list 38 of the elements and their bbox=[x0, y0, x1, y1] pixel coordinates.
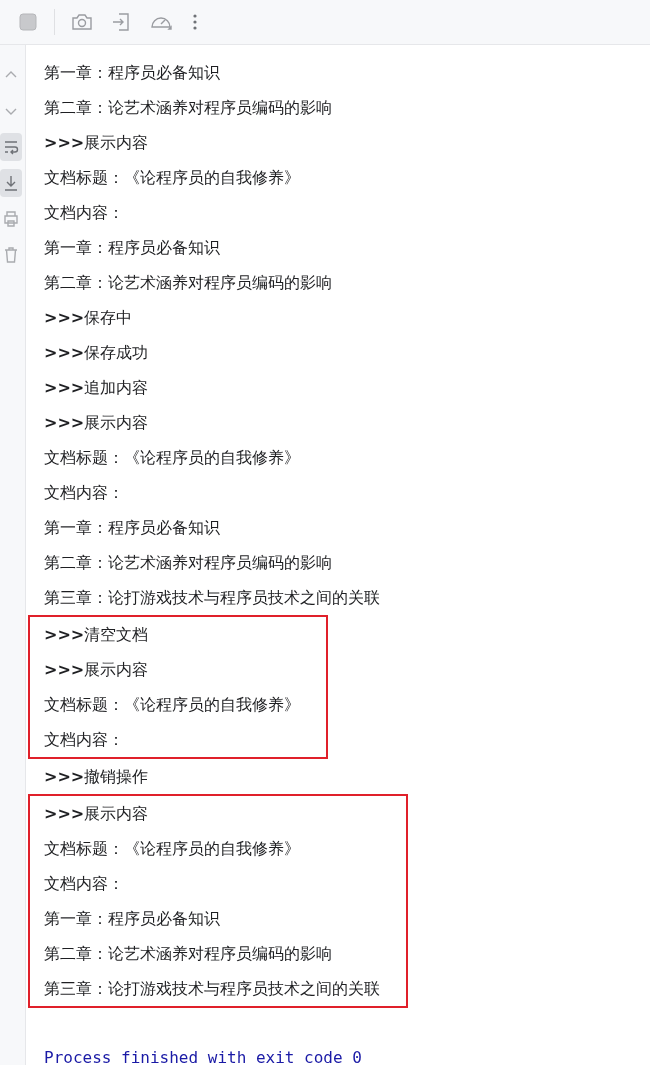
console-line: 第二章：论艺术涵养对程序员编码的影响 bbox=[44, 943, 333, 965]
console-line: 文档标题：《论程序员的自我修养》 bbox=[44, 838, 301, 860]
console-line: >>>保存中 bbox=[44, 307, 133, 329]
console-line: >>>展示内容 bbox=[44, 659, 150, 681]
console-line: >>>撤销操作 bbox=[44, 766, 149, 788]
console-line: 文档标题：《论程序员的自我修养》 bbox=[44, 694, 300, 716]
console-line: 第一章：程序员必备知识 bbox=[44, 237, 220, 259]
console-line: 第一章：程序员必备知识 bbox=[44, 62, 220, 84]
console-line: >>>展示内容 bbox=[44, 803, 150, 825]
console-line: 第二章：论艺术涵养对程序员编码的影响 bbox=[44, 272, 332, 294]
console-line: >>>追加内容 bbox=[44, 377, 149, 399]
console-line: 文档内容： bbox=[44, 202, 124, 224]
stop-icon bbox=[18, 12, 38, 32]
scroll-to-end-button[interactable] bbox=[0, 169, 22, 197]
enter-icon bbox=[111, 12, 131, 32]
console-line: >>>展示内容 bbox=[44, 412, 149, 434]
console-line: 第二章：论艺术涵养对程序员编码的影响 bbox=[44, 97, 332, 119]
console-line: 第二章：论艺术涵养对程序员编码的影响 bbox=[44, 552, 332, 574]
soft-wrap-icon bbox=[3, 138, 19, 156]
console-line: 文档内容： bbox=[44, 729, 125, 751]
printer-icon bbox=[3, 210, 19, 228]
trash-icon bbox=[3, 246, 19, 264]
soft-wrap-button[interactable] bbox=[0, 133, 22, 161]
exit-message: Process finished with exit code 0 bbox=[44, 1047, 362, 1065]
console-line: 文档标题：《论程序员的自我修养》 bbox=[44, 447, 300, 469]
console-line: 第一章：程序员必备知识 bbox=[44, 908, 221, 930]
console-line: 文档内容： bbox=[44, 482, 124, 504]
console-line: >>>清空文档 bbox=[44, 624, 150, 646]
camera-icon bbox=[71, 12, 93, 32]
console-line: 文档内容： bbox=[44, 873, 125, 895]
console-line: 文档标题：《论程序员的自我修养》 bbox=[44, 167, 300, 189]
more-icon bbox=[191, 12, 199, 32]
console-line: 第三章：论打游戏技术与程序员技术之间的关联 bbox=[44, 978, 380, 1000]
console-line: 第三章：论打游戏技术与程序员技术之间的关联 bbox=[44, 587, 380, 609]
console-line: >>>展示内容 bbox=[44, 132, 149, 154]
console-line: >>>保存成功 bbox=[44, 342, 149, 364]
scroll-to-end-icon bbox=[3, 174, 19, 192]
console-line: 第一章：程序员必备知识 bbox=[44, 517, 220, 539]
